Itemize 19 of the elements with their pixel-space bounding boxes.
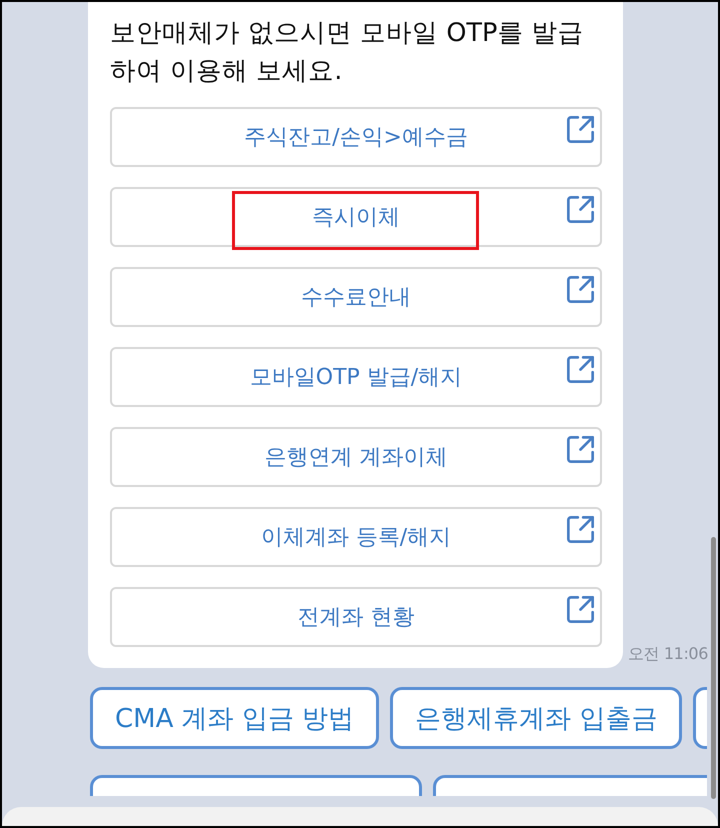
link-button[interactable]: 즉시이체 xyxy=(110,187,602,247)
link-button[interactable]: 이체계좌 등록/해지 xyxy=(110,507,602,567)
message-time: 오전 11:06 xyxy=(628,644,708,665)
external-link-icon xyxy=(567,516,594,543)
external-link-icon xyxy=(567,276,594,303)
external-link-icon xyxy=(567,116,594,143)
message-text: 보안매체가 없으시면 모바일 OTP를 발급하여 이용해 보세요. xyxy=(110,17,584,88)
external-link-icon xyxy=(567,596,594,623)
external-link-icon xyxy=(567,356,594,383)
scrollbar-thumb[interactable] xyxy=(711,537,716,799)
link-button[interactable]: 모바일OTP 발급/해지 xyxy=(110,347,602,407)
link-button[interactable]: 주식잔고/손익>예수금 xyxy=(110,107,602,167)
quick-reply-chip[interactable]: 은행제휴계좌 입출금 xyxy=(390,687,682,749)
external-link-icon xyxy=(567,196,594,223)
link-button[interactable]: 수수료안내 xyxy=(110,267,602,327)
link-button[interactable]: 전계좌 현황 xyxy=(110,587,602,647)
quick-reply-chip[interactable]: CMA 계좌 입금 방법 xyxy=(90,687,380,749)
external-link-icon xyxy=(567,436,594,463)
link-button[interactable]: 은행연계 계좌이체 xyxy=(110,427,602,487)
